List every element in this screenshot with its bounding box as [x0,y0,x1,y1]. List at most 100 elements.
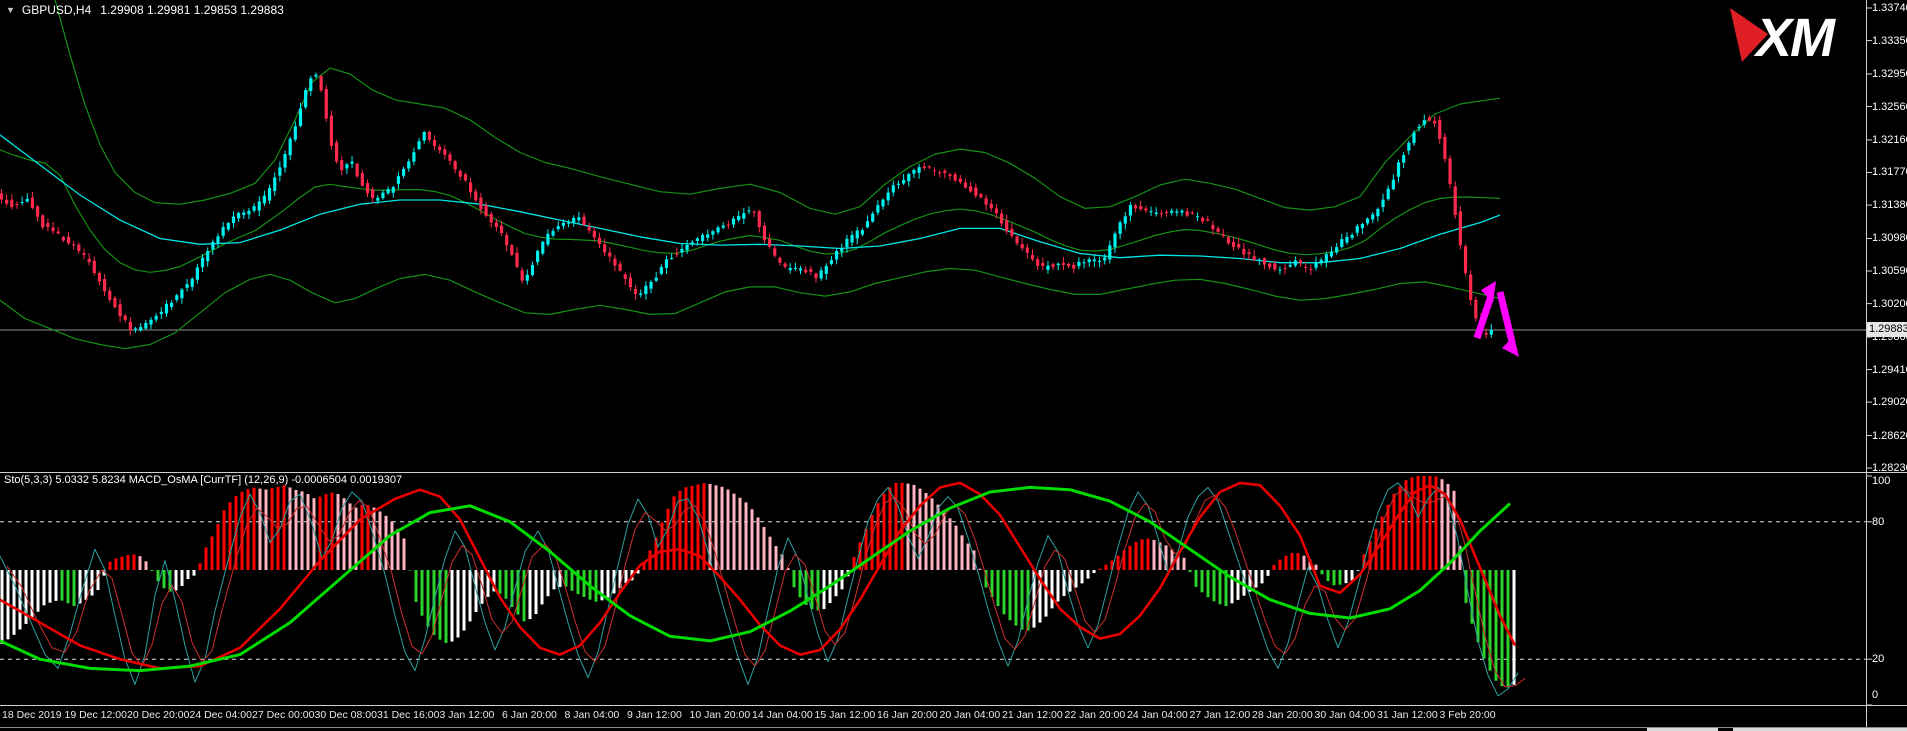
candle-body [1340,239,1343,247]
candle-body [1077,262,1080,266]
candle-body [1485,333,1488,335]
candle-body [1325,254,1328,262]
candle-body [211,242,214,250]
candle-body [737,216,740,220]
candle-body [763,226,766,240]
osma-bar [151,570,154,571]
osma-bar [1075,570,1078,588]
osma-bar [325,494,328,570]
candle-body [649,282,652,289]
osma-bar [943,511,946,570]
osma-bar [283,485,286,570]
candle-body [402,169,405,176]
osma-bar [1315,565,1318,570]
osma-bar [73,570,76,606]
candle-body [1041,263,1044,266]
osma-bar [979,569,982,570]
candle-body [304,90,307,107]
candle-body [397,176,400,184]
osma-bar [13,570,16,635]
candle-body [387,189,390,193]
osma-bar [331,493,334,570]
candle-body [917,167,920,173]
candle-body [72,244,75,245]
candle-body [814,274,817,279]
osma-bar [121,557,124,570]
osma-bar [997,570,1000,606]
candle-body [21,202,24,203]
candle-body [959,179,962,182]
candle-body [10,200,13,207]
chevron-down-icon[interactable]: ▼ [6,5,15,15]
osma-bar [1357,570,1360,571]
osma-bar [49,570,52,603]
candle-body [979,194,982,197]
candle-body [665,259,668,268]
candle-body [392,187,395,193]
candle-body [144,323,147,329]
x-axis-label: 31 Jan 12:00 [1377,709,1438,721]
osma-bar [337,494,340,570]
x-axis-label: 31 Dec 16:00 [377,709,439,721]
candle-body [1448,158,1451,184]
osma-bar [661,522,664,570]
candle-body [928,166,931,167]
osma-bar [259,489,262,570]
candle-body [985,198,988,204]
chart-canvas[interactable] [0,0,1907,731]
osma-bar [199,563,202,570]
osma-bar [895,483,898,570]
candle-body [242,212,245,214]
candle-body [701,235,704,241]
osma-bar [505,570,508,599]
candle-body [804,270,807,273]
candle-body [1418,127,1421,129]
candle-body [1021,244,1024,248]
candle-body [93,261,96,273]
candle-body [510,245,513,255]
candle-body [536,251,539,262]
y-axis-label: 1.33350 [1872,35,1907,47]
candle-body [5,200,8,204]
osma-bar [1195,570,1198,587]
osma-bar [415,570,418,602]
candle-body [108,291,111,300]
candle-body [686,245,689,250]
osma-bar [187,570,190,579]
osma-bar [679,491,682,570]
candle-body [876,205,879,212]
candle-body [588,227,591,231]
osma-bar [1147,539,1150,570]
osma-bar [595,570,598,602]
osma-bar [727,490,730,570]
osma-bar [67,570,70,603]
trend-arrow-annotation[interactable] [1477,281,1519,357]
candle-body [1351,235,1354,238]
candle-body [541,242,544,254]
candle-body [639,293,642,294]
candle-body [237,213,240,218]
osma-bar [1339,570,1342,585]
candle-body [593,231,596,237]
candle-body [938,172,941,173]
osma-bar [1009,570,1012,620]
candle-body [345,164,348,168]
osma-bar [193,570,196,576]
osma-bar [1483,570,1486,659]
y-axis-label: 1.29020 [1872,396,1907,408]
candle-body [1278,270,1281,271]
candle-body [340,160,343,170]
osma-bar [451,570,454,642]
x-axis-label: 9 Jan 12:00 [627,709,682,721]
candle-body [1309,269,1312,270]
osma-bar [793,570,796,587]
candle-body [1129,205,1132,216]
osma-bar [289,487,292,570]
osma-bar [1393,494,1396,570]
osma-bar [295,490,298,570]
candle-body [732,219,735,225]
candle-body [283,154,286,168]
osma-bar [1057,570,1060,601]
candle-body [825,266,828,274]
candle-body [778,258,781,263]
